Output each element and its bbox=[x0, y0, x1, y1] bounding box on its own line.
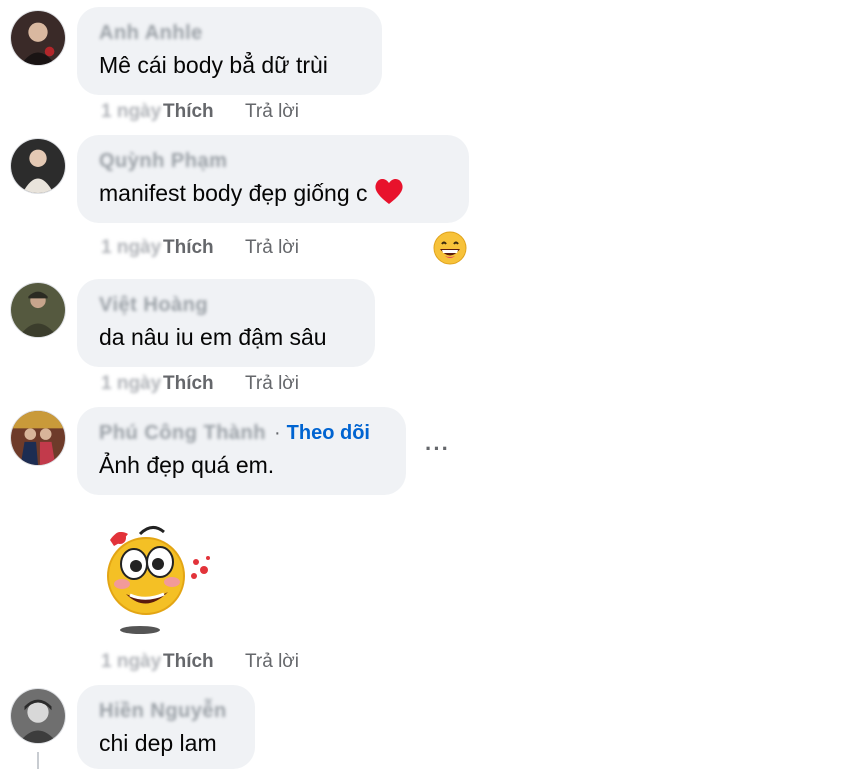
comment-text-content: manifest body đẹp giống c bbox=[99, 180, 368, 206]
comment-author-row: Phú Công Thành · Theo dõi bbox=[99, 421, 384, 445]
comment-author[interactable]: Anh Anhle bbox=[99, 21, 360, 45]
comment-bubble: Anh Anhle Mê cái body bẳ dữ trùi bbox=[77, 7, 382, 95]
red-heart-icon bbox=[374, 177, 404, 213]
comment-bubble: Phú Công Thành · Theo dõi Ảnh đẹp quá em… bbox=[77, 407, 406, 495]
more-options-icon[interactable]: ··· bbox=[425, 436, 450, 462]
like-button[interactable]: Thích bbox=[163, 237, 245, 259]
follow-button[interactable]: Theo dõi bbox=[287, 422, 370, 445]
reply-button[interactable]: Trả lời bbox=[245, 237, 299, 259]
comment-bubble: Quỳnh Phạm manifest body đẹp giống c bbox=[77, 135, 469, 223]
comment-time[interactable]: 1 ngày bbox=[101, 651, 163, 673]
avatar[interactable] bbox=[10, 138, 66, 194]
comment-time[interactable]: 1 ngày bbox=[101, 373, 163, 395]
comment-actions: 1 ngày Thích Trả lời bbox=[101, 237, 299, 259]
comment-actions: 1 ngày Thích Trả lời bbox=[101, 101, 299, 123]
comment-bubble: Hiền Nguyễn chi dep lam bbox=[77, 685, 255, 769]
comment-text: Ảnh đẹp quá em. bbox=[99, 452, 275, 478]
comment-time[interactable]: 1 ngày bbox=[101, 101, 163, 123]
comment-author[interactable]: Hiền Nguyễn bbox=[99, 699, 233, 723]
comment-author[interactable]: Phú Công Thành bbox=[99, 421, 266, 445]
thread-line bbox=[37, 752, 39, 769]
avatar[interactable] bbox=[10, 688, 66, 744]
like-button[interactable]: Thích bbox=[163, 651, 245, 673]
like-button[interactable]: Thích bbox=[163, 101, 245, 123]
avatar[interactable] bbox=[10, 410, 66, 466]
comment-text: manifest body đẹp giống c bbox=[99, 177, 447, 213]
blushing-smiley-sticker bbox=[100, 518, 218, 640]
comment-author[interactable]: Quỳnh Phạm bbox=[99, 149, 447, 173]
like-button[interactable]: Thích bbox=[163, 373, 245, 395]
comment-time[interactable]: 1 ngày bbox=[101, 237, 163, 259]
avatar[interactable] bbox=[10, 282, 66, 338]
reply-button[interactable]: Trả lời bbox=[245, 101, 299, 123]
comment-author[interactable]: Việt Hoàng bbox=[99, 293, 353, 317]
comment-text: chi dep lam bbox=[99, 730, 217, 756]
grinning-face-icon[interactable] bbox=[433, 231, 467, 265]
avatar[interactable] bbox=[10, 10, 66, 66]
comment-actions: 1 ngày Thích Trả lời bbox=[101, 373, 299, 395]
comment-text: Mê cái body bẳ dữ trùi bbox=[99, 52, 328, 78]
reply-button[interactable]: Trả lời bbox=[245, 651, 299, 673]
comment-actions: 1 ngày Thích Trả lời bbox=[101, 651, 299, 673]
comment-bubble: Việt Hoàng da nâu iu em đậm sâu bbox=[77, 279, 375, 367]
reply-button[interactable]: Trả lời bbox=[245, 373, 299, 395]
separator-dot: · bbox=[273, 421, 281, 444]
comment-text: da nâu iu em đậm sâu bbox=[99, 324, 327, 350]
